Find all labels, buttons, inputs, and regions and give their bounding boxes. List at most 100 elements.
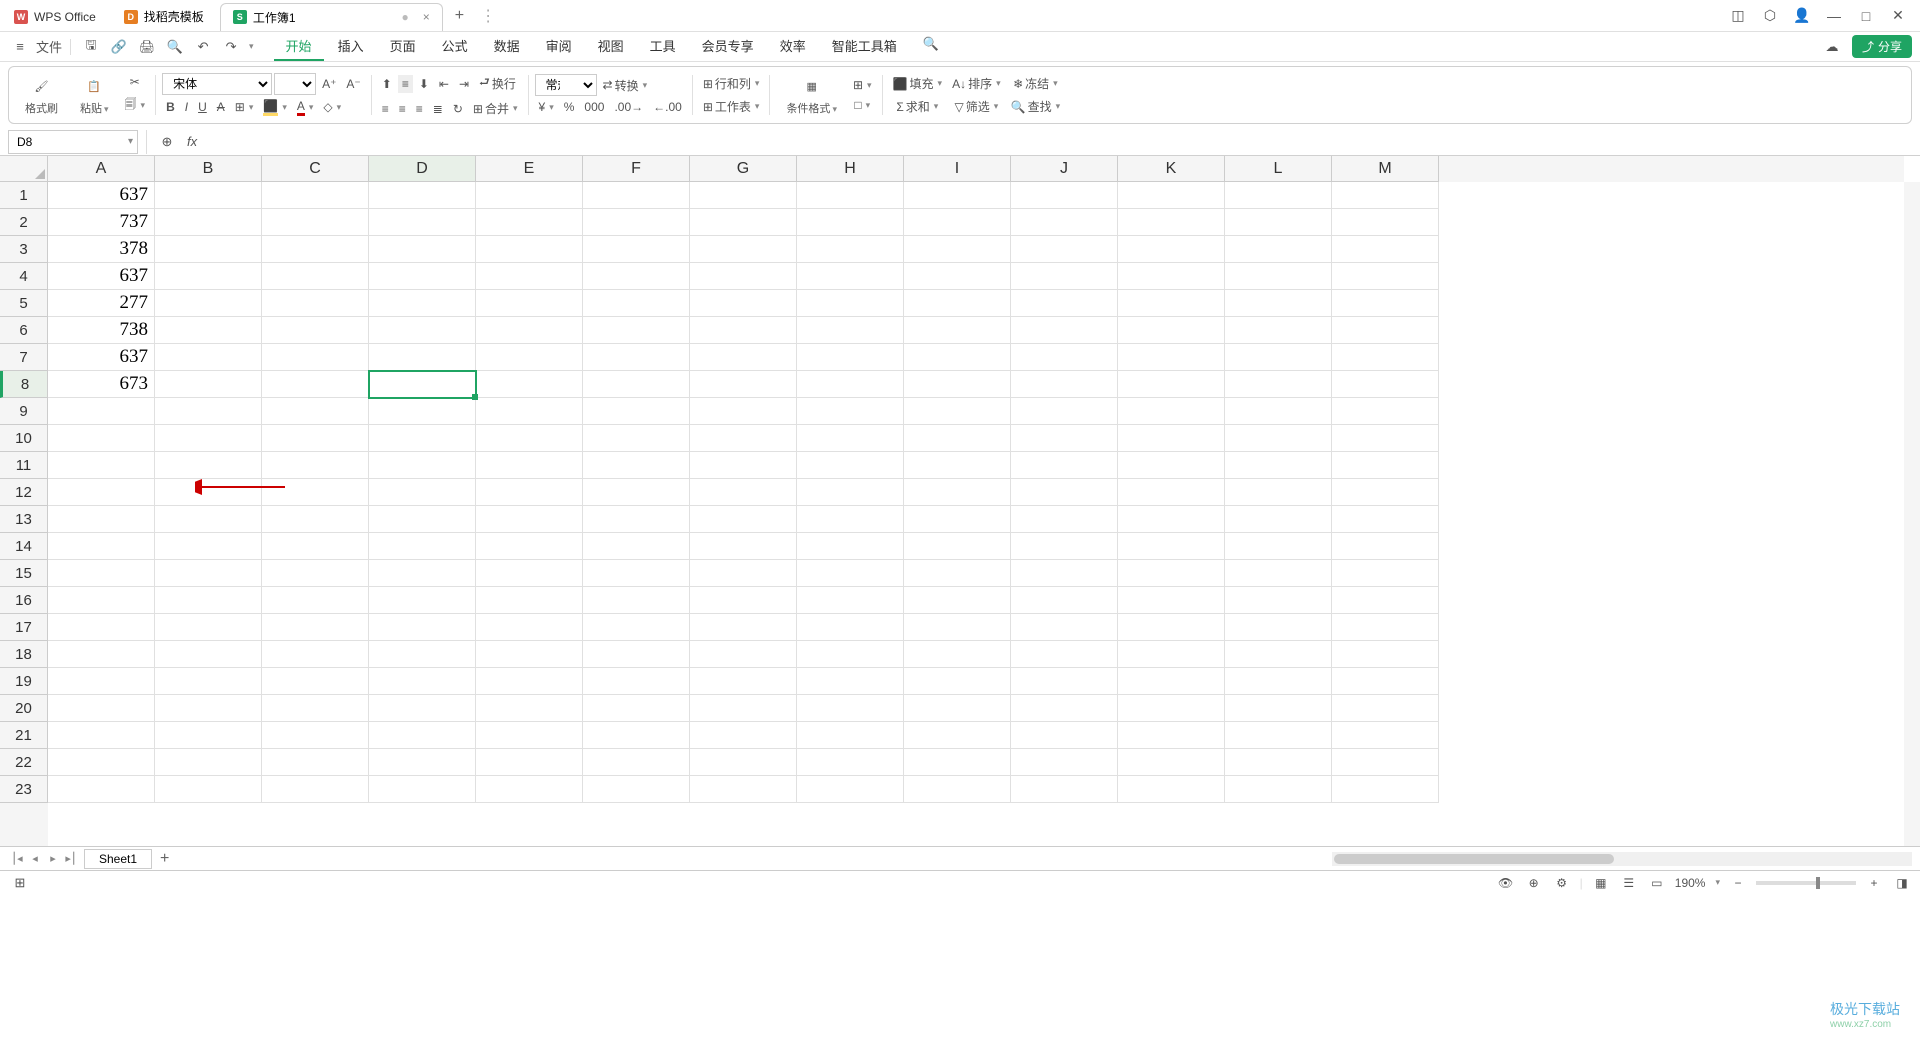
cell[interactable] (155, 236, 262, 263)
cell[interactable] (797, 425, 904, 452)
add-tab-button[interactable]: + (445, 7, 474, 25)
cell[interactable] (904, 641, 1011, 668)
preview-icon[interactable]: 🔍 (163, 35, 187, 59)
cell[interactable] (369, 641, 476, 668)
menu-tab-page[interactable]: 页面 (378, 32, 428, 61)
cell[interactable] (797, 236, 904, 263)
cell[interactable] (1011, 479, 1118, 506)
cell[interactable] (1332, 452, 1439, 479)
column-header[interactable]: I (904, 156, 1011, 182)
row-header[interactable]: 13 (0, 506, 48, 533)
font-name-select[interactable]: 宋体 (162, 73, 272, 95)
menu-tab-formula[interactable]: 公式 (430, 32, 480, 61)
cell[interactable] (797, 506, 904, 533)
close-icon[interactable]: ● (402, 10, 409, 24)
cell[interactable] (690, 668, 797, 695)
cell[interactable] (48, 398, 155, 425)
find-button[interactable]: 🔍 查找▾ (1007, 96, 1065, 117)
cell[interactable] (155, 371, 262, 398)
cell[interactable]: 277 (48, 290, 155, 317)
cell[interactable] (1011, 209, 1118, 236)
cell[interactable] (1332, 533, 1439, 560)
cell[interactable] (369, 371, 476, 398)
view-layout-button[interactable]: ▭ (1647, 873, 1667, 893)
cell[interactable]: 673 (48, 371, 155, 398)
settings-icon[interactable]: ⚙ (1552, 873, 1572, 893)
cell[interactable] (1118, 398, 1225, 425)
cell[interactable] (262, 722, 369, 749)
cell[interactable] (1118, 776, 1225, 803)
close-icon[interactable]: × (423, 10, 430, 24)
cell[interactable] (155, 425, 262, 452)
sheet-first-button[interactable]: ⎮◂ (8, 850, 26, 868)
close-button[interactable]: ✕ (1884, 2, 1912, 30)
cell[interactable] (369, 695, 476, 722)
cell[interactable] (476, 344, 583, 371)
cell[interactable] (1011, 290, 1118, 317)
cell[interactable]: 378 (48, 236, 155, 263)
cell[interactable] (904, 722, 1011, 749)
cell[interactable] (1118, 722, 1225, 749)
row-header[interactable]: 1 (0, 182, 48, 209)
cell[interactable] (48, 695, 155, 722)
increase-decimal-button[interactable]: .00→ (610, 98, 647, 116)
cell[interactable] (155, 344, 262, 371)
cell[interactable] (1332, 506, 1439, 533)
cell[interactable] (369, 236, 476, 263)
cell[interactable] (690, 587, 797, 614)
file-menu[interactable]: 文件 (36, 35, 62, 59)
cell[interactable] (476, 263, 583, 290)
cell[interactable] (1332, 344, 1439, 371)
cell[interactable] (1332, 317, 1439, 344)
cell[interactable] (1225, 587, 1332, 614)
save-icon[interactable]: 🖫 (79, 35, 103, 59)
cell[interactable] (797, 452, 904, 479)
cell[interactable] (155, 614, 262, 641)
merge-button[interactable]: ⊞ 合并▾ (469, 98, 522, 119)
strikethrough-button[interactable]: A (213, 98, 229, 116)
cell[interactable] (262, 209, 369, 236)
cell[interactable] (155, 182, 262, 209)
decrease-font-button[interactable]: A⁻ (342, 75, 364, 93)
maximize-button[interactable]: □ (1852, 2, 1880, 30)
cell[interactable] (690, 209, 797, 236)
cell[interactable] (1011, 776, 1118, 803)
freeze-button[interactable]: ❄ 冻结▾ (1007, 73, 1065, 94)
cell[interactable] (48, 641, 155, 668)
cell[interactable] (1225, 722, 1332, 749)
cell[interactable] (1011, 641, 1118, 668)
cell[interactable] (797, 587, 904, 614)
cell[interactable] (904, 560, 1011, 587)
view-page-button[interactable]: ☰ (1619, 873, 1639, 893)
cell[interactable] (1011, 182, 1118, 209)
cell[interactable] (262, 776, 369, 803)
cell[interactable] (1225, 749, 1332, 776)
cell[interactable] (797, 479, 904, 506)
cell[interactable] (904, 425, 1011, 452)
cloud-icon[interactable]: ☁ (1820, 35, 1844, 59)
cell[interactable] (262, 749, 369, 776)
rowcol-button[interactable]: ⊞ 行和列▾ (699, 73, 764, 94)
menu-tab-member[interactable]: 会员专享 (690, 32, 766, 61)
cell[interactable] (1332, 560, 1439, 587)
cell[interactable] (904, 182, 1011, 209)
cell[interactable] (155, 749, 262, 776)
cell[interactable] (690, 722, 797, 749)
zoom-slider[interactable] (1756, 881, 1856, 885)
cell[interactable] (797, 398, 904, 425)
cell[interactable] (1332, 263, 1439, 290)
table-style-button[interactable]: ⊞▾ (849, 76, 876, 94)
cut-button[interactable]: ✂ (121, 73, 150, 91)
tab-wps-office[interactable]: W WPS Office (2, 3, 108, 31)
cell[interactable] (797, 641, 904, 668)
cell[interactable]: 637 (48, 263, 155, 290)
cell[interactable] (476, 695, 583, 722)
sort-button[interactable]: A↓ 排序▾ (948, 73, 1005, 94)
cell[interactable] (1011, 587, 1118, 614)
cell[interactable] (155, 668, 262, 695)
cell[interactable] (1332, 236, 1439, 263)
column-header[interactable]: H (797, 156, 904, 182)
undo-icon[interactable]: ↶ (191, 35, 215, 59)
cell[interactable] (1225, 209, 1332, 236)
copy-button[interactable]: 🗐▾ (121, 93, 150, 118)
